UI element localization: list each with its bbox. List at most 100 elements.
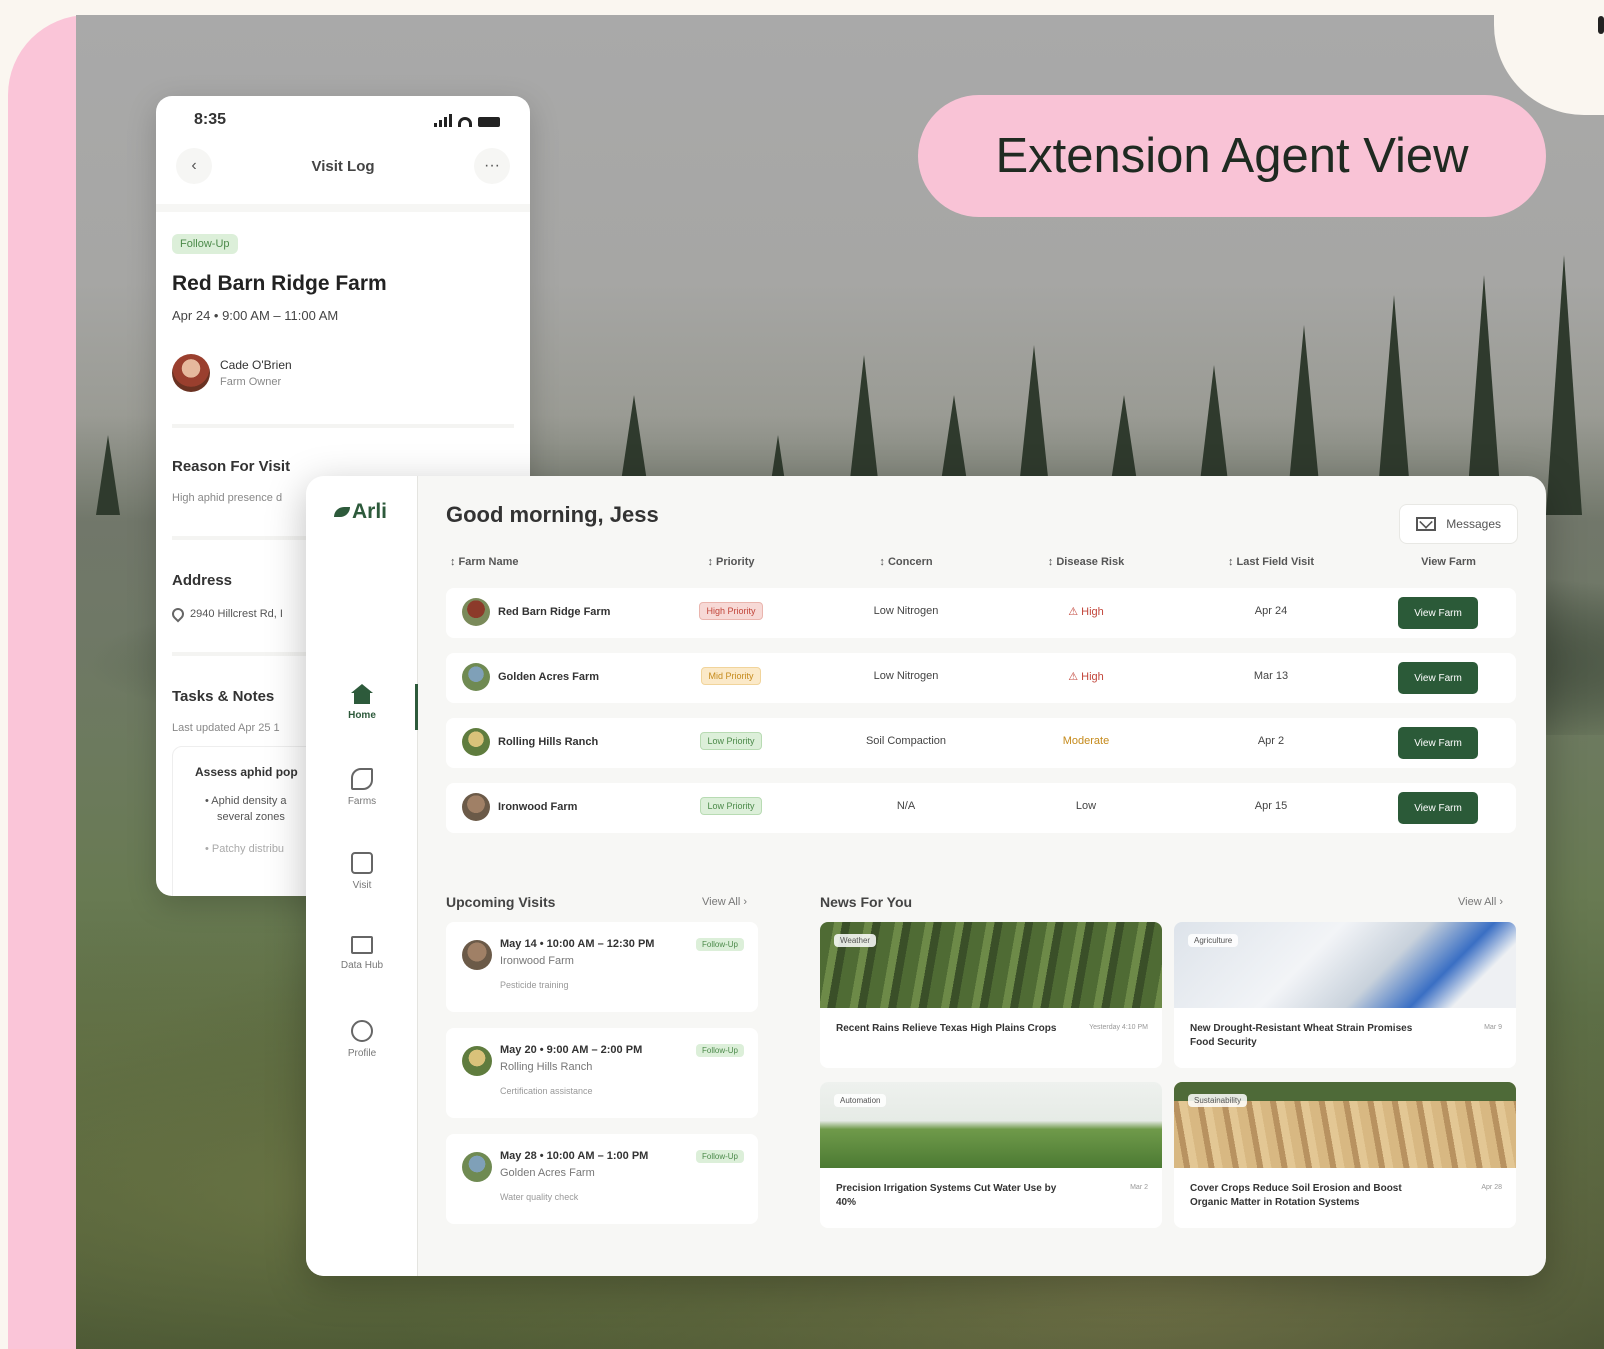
news-tag: Sustainability bbox=[1188, 1094, 1248, 1107]
sidebar: Arli Home Farms Visit Data Hub Profile bbox=[306, 476, 418, 1276]
farm-name-cell: Rolling Hills Ranch bbox=[462, 728, 598, 756]
task-bullet: • Patchy distribu bbox=[205, 843, 285, 855]
task-heading: Assess aphid pop bbox=[195, 765, 298, 779]
reason-heading: Reason For Visit bbox=[172, 458, 291, 475]
table-row: Red Barn Ridge Farm High Priority Low Ni… bbox=[446, 588, 1516, 638]
signal-icon bbox=[434, 113, 452, 127]
tasks-updated: Last updated Apr 25 1 bbox=[172, 722, 280, 734]
concern-cell: Soil Compaction bbox=[865, 735, 947, 747]
column-header-view-farm: View Farm bbox=[1421, 556, 1476, 568]
messages-button[interactable]: Messages bbox=[1399, 504, 1518, 544]
task-bullet: • Aphid density a bbox=[205, 795, 287, 807]
sidebar-item-profile[interactable]: Profile bbox=[306, 1020, 418, 1059]
status-bar: 8:35 bbox=[194, 108, 500, 132]
farm-thumbnail bbox=[462, 728, 490, 756]
contact-row[interactable]: Cade O'Brien Farm Owner bbox=[172, 354, 292, 392]
visit-note: Certification assistance bbox=[500, 1086, 593, 1096]
news-card[interactable]: Sustainability Cover Crops Reduce Soil E… bbox=[1174, 1082, 1516, 1228]
news-title: Cover Crops Reduce Soil Erosion and Boos… bbox=[1190, 1183, 1402, 1208]
table-row: Golden Acres Farm Mid Priority Low Nitro… bbox=[446, 653, 1516, 703]
news-title: Precision Irrigation Systems Cut Water U… bbox=[836, 1183, 1057, 1208]
reason-text: High aphid presence d bbox=[172, 492, 283, 504]
visit-badge: Follow-Up bbox=[695, 1044, 744, 1057]
concern-cell: Low Nitrogen bbox=[873, 670, 939, 682]
view-farm-button[interactable]: View Farm bbox=[1398, 792, 1478, 824]
battery-icon bbox=[478, 116, 500, 127]
status-time: 8:35 bbox=[194, 111, 227, 128]
news-card[interactable]: Automation Precision Irrigation Systems … bbox=[820, 1082, 1162, 1228]
last-visit-cell: Apr 15 bbox=[1254, 800, 1288, 812]
farm-name-cell: Golden Acres Farm bbox=[462, 663, 599, 691]
farm-thumbnail bbox=[462, 1152, 492, 1182]
news-card[interactable]: Agriculture New Drought-Resistant Wheat … bbox=[1174, 922, 1516, 1068]
farm-thumbnail bbox=[462, 598, 490, 626]
farm-name: Red Barn Ridge Farm bbox=[172, 272, 387, 295]
farm-name-cell: Red Barn Ridge Farm bbox=[462, 598, 610, 626]
view-title-pill: Extension Agent View bbox=[918, 95, 1546, 217]
table-row: Ironwood Farm Low Priority N/A Low Apr 1… bbox=[446, 783, 1516, 833]
sidebar-item-data-hub[interactable]: Data Hub bbox=[306, 936, 418, 971]
visit-card[interactable]: May 20 • 9:00 AM – 2:00 PM Rolling Hills… bbox=[446, 1028, 758, 1118]
column-header-last-field-visit[interactable]: ↕ Last Field Visit bbox=[1201, 556, 1341, 568]
news-card[interactable]: Weather Recent Rains Relieve Texas High … bbox=[820, 922, 1162, 1068]
avatar bbox=[172, 354, 210, 392]
farm-thumbnail bbox=[462, 1046, 492, 1076]
view-farm-button[interactable]: View Farm bbox=[1398, 727, 1478, 759]
visit-card[interactable]: May 14 • 10:00 AM – 12:30 PM Ironwood Fa… bbox=[446, 922, 758, 1012]
back-button[interactable]: ‹ bbox=[176, 148, 212, 184]
last-visit-cell: Mar 13 bbox=[1253, 670, 1289, 682]
column-header-priority[interactable]: ↕ Priority bbox=[666, 556, 796, 568]
column-header-concern[interactable]: ↕ Concern bbox=[836, 556, 976, 568]
visit-badge: Follow-Up bbox=[695, 1150, 744, 1163]
location-pin-icon bbox=[169, 605, 187, 623]
upcoming-view-all-link[interactable]: View All › bbox=[702, 896, 747, 908]
farm-name: Ironwood Farm bbox=[498, 801, 578, 813]
sidebar-item-visit[interactable]: Visit bbox=[306, 852, 418, 891]
priority-badge: Low Priority bbox=[700, 732, 762, 750]
last-visit-cell: Apr 2 bbox=[1257, 735, 1285, 747]
view-farm-button[interactable]: View Farm bbox=[1398, 597, 1478, 629]
concern-cell: Low Nitrogen bbox=[873, 605, 939, 617]
visit-time: Apr 24 • 9:00 AM – 11:00 AM bbox=[172, 308, 339, 323]
app-logo[interactable]: Arli bbox=[334, 500, 387, 524]
farm-name: Rolling Hills Ranch bbox=[498, 736, 599, 748]
sidebar-item-label: Profile bbox=[347, 1048, 377, 1059]
farm-thumbnail bbox=[462, 940, 492, 970]
last-visit-cell: Apr 24 bbox=[1254, 605, 1288, 617]
data-hub-icon bbox=[351, 936, 373, 954]
phone-nav-bar: ‹ Visit Log ··· bbox=[176, 146, 510, 186]
news-tag: Agriculture bbox=[1188, 934, 1239, 947]
news-date: Yesterday 4:10 PM bbox=[1089, 1024, 1148, 1031]
news-view-all-link[interactable]: View All › bbox=[1458, 896, 1503, 908]
visit-farm: Rolling Hills Ranch bbox=[500, 1061, 593, 1073]
address-heading: Address bbox=[172, 572, 233, 589]
sidebar-item-home[interactable]: Home bbox=[306, 684, 418, 721]
corner-mark bbox=[1598, 16, 1604, 34]
back-icon: ‹ bbox=[191, 157, 197, 174]
column-header-farm-name[interactable]: ↕ Farm Name bbox=[446, 556, 676, 568]
upcoming-visits-heading: Upcoming Visits bbox=[446, 894, 556, 910]
priority-badge: Low Priority bbox=[700, 797, 762, 815]
visit-card[interactable]: May 28 • 10:00 AM – 1:00 PM Golden Acres… bbox=[446, 1134, 758, 1224]
visit-farm: Golden Acres Farm bbox=[500, 1167, 595, 1179]
address-row[interactable]: 2940 Hillcrest Rd, I bbox=[169, 605, 283, 623]
disease-risk-cell: Moderate bbox=[1062, 735, 1110, 747]
priority-badge: Mid Priority bbox=[701, 667, 761, 685]
visit-when: May 20 • 9:00 AM – 2:00 PM bbox=[500, 1044, 643, 1056]
view-farm-button[interactable]: View Farm bbox=[1398, 662, 1478, 694]
sidebar-item-label: Farms bbox=[347, 796, 377, 807]
column-header-disease-risk[interactable]: ↕ Disease Risk bbox=[1016, 556, 1156, 568]
news-date: Apr 28 bbox=[1481, 1184, 1502, 1191]
farm-name: Red Barn Ridge Farm bbox=[498, 606, 611, 618]
visit-when: May 28 • 10:00 AM – 1:00 PM bbox=[500, 1150, 649, 1162]
sidebar-item-label: Home bbox=[348, 710, 376, 721]
more-options-button[interactable]: ··· bbox=[474, 148, 510, 184]
sidebar-item-farms[interactable]: Farms bbox=[306, 768, 418, 807]
table-header: ↕ Farm Name ↕ Priority ↕ Concern ↕ Disea… bbox=[446, 556, 1516, 576]
contact-role: Farm Owner bbox=[220, 376, 282, 388]
table-row: Rolling Hills Ranch Low Priority Soil Co… bbox=[446, 718, 1516, 768]
more-icon: ··· bbox=[484, 157, 500, 174]
disease-risk-cell: ⚠ High bbox=[1068, 671, 1104, 683]
news-tag: Automation bbox=[834, 1094, 887, 1107]
visit-note: Pesticide training bbox=[500, 980, 569, 990]
